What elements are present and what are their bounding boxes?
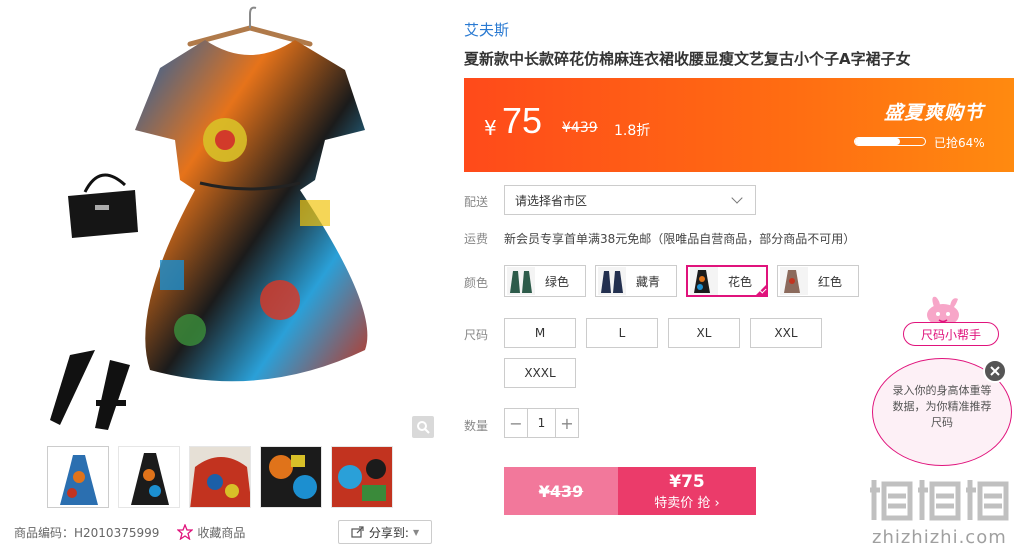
thumbnail[interactable] [47,446,109,508]
price-banner: ¥ 75 ¥439 1.8折 盛夏爽购节 已抢64% [464,78,1014,172]
color-swatch [507,267,535,295]
brand-link[interactable]: 艾夫斯 [464,19,509,40]
currency-symbol: ¥ [484,116,497,140]
watermark-logo [870,480,1009,521]
sold-progress-fill [855,138,900,145]
dress-illustration [50,6,368,430]
color-swatch [780,267,808,295]
color-label: 颜色 [464,276,489,290]
thumbnail[interactable] [331,446,393,508]
main-product-image[interactable] [0,0,437,440]
buy-now-button[interactable]: ¥75 特卖价 抢 › [618,467,756,515]
shipping-fee-text: 新会员专享首单满38元免邮（限唯品自营商品，部分商品不可用） [504,232,856,246]
size-helper-button[interactable]: 尺码小帮手 [903,322,999,346]
product-title: 夏新款中长款碎花仿棉麻连衣裙收腰显瘦文艺复古小个子A字裙子女 [464,50,911,68]
size-option-xl[interactable]: XL [668,318,740,348]
color-option-green[interactable]: 绿色 [504,265,586,297]
shipping-fee-label: 运费 [464,232,489,246]
chevron-down-icon [731,192,743,204]
color-option-label: 绿色 [545,274,570,289]
shipping-label: 配送 [464,195,489,209]
buy-cta-label: 特卖价 抢 › [654,495,720,511]
quantity-stepper: − 1 + [504,408,579,438]
size-option-xxxl[interactable]: XXXL [504,358,576,388]
product-gallery: 商品编码：H2010375999 收藏商品 分享到: ▼ [0,0,440,557]
thumbnail-strip [47,446,393,508]
promo-title: 盛夏爽购节 [883,102,984,124]
color-option-label: 花色 [728,274,753,289]
size-option-l[interactable]: L [586,318,658,348]
star-icon [177,524,194,540]
color-option-label: 藏青 [636,274,661,289]
buy-button[interactable]: ¥439 ¥75 特卖价 抢 › [504,467,756,515]
size-option-xxl[interactable]: XXL [750,318,822,348]
discount-label: 1.8折 [614,123,651,139]
sold-progress-bar [854,137,926,146]
zoom-button[interactable] [412,416,434,438]
color-option-navy[interactable]: 藏青 [595,265,677,297]
size-option-m[interactable]: M [504,318,576,348]
share-label: 分享到: [368,525,409,540]
region-select[interactable]: 请选择省市区 [504,185,756,215]
buy-price: ¥75 [669,471,705,492]
buy-old-price: ¥439 [504,467,618,515]
caret-down-icon: ▼ [412,527,420,537]
color-swatch [690,267,718,295]
quantity-label: 数量 [464,419,489,433]
size-label: 尺码 [464,328,489,342]
quantity-value[interactable]: 1 [527,409,556,437]
favorite-button[interactable]: 收藏商品 [177,524,245,541]
share-button[interactable]: 分享到: ▼ [338,520,432,544]
favorite-label: 收藏商品 [197,525,246,540]
sold-label: 已抢64% [934,136,985,150]
color-option-red[interactable]: 红色 [777,265,859,297]
color-option-floral[interactable]: 花色 [686,265,768,297]
color-option-label: 红色 [818,274,843,289]
close-icon[interactable] [983,359,1007,383]
product-code: 商品编码：H2010375999 [14,525,160,540]
quantity-decrease-button[interactable]: − [505,409,527,437]
original-price: ¥439 [562,120,598,136]
thumbnail[interactable] [118,446,180,508]
share-icon [351,526,364,538]
current-price: 75 [502,100,543,141]
watermark-text: zhizhizhi.com [872,527,1007,548]
quantity-increase-button[interactable]: + [556,409,578,437]
color-swatch [598,267,626,295]
thumbnail[interactable] [260,446,322,508]
product-meta-row: 商品编码：H2010375999 收藏商品 分享到: ▼ [14,520,434,544]
checkmark-icon [754,283,768,297]
thumbnail[interactable] [189,446,251,508]
magnifier-icon [417,421,430,434]
region-select-value: 请选择省市区 [515,193,588,208]
